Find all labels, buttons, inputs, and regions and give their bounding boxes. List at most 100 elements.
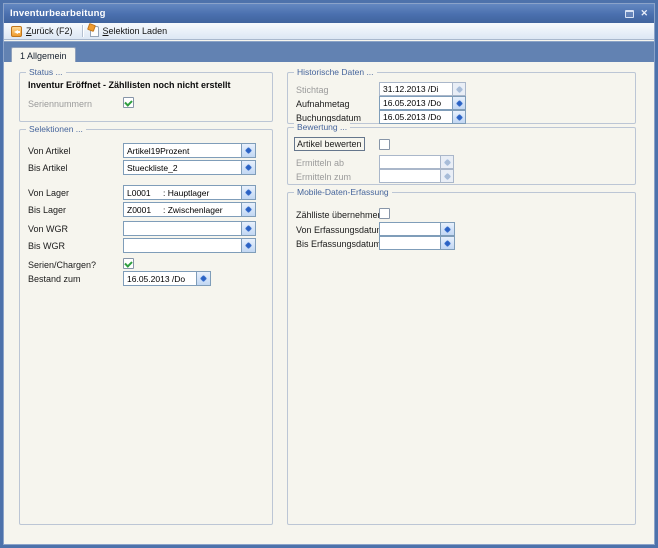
- group-selektionen: Selektionen ... Von Artikel Artikel19Pro…: [19, 129, 273, 525]
- ermitteln-ab-label: Ermitteln ab: [296, 158, 344, 168]
- bis-wgr-lookup-button[interactable]: [242, 238, 256, 253]
- group-status: Status ... Inventur Eröffnet - Zählliste…: [19, 72, 273, 122]
- bis-artikel-label: Bis Artikel: [28, 163, 68, 173]
- stichtag-label: Stichtag: [296, 85, 329, 95]
- bestand-zum-field: 16.05.2013 /Do: [123, 271, 211, 286]
- bis-wgr-input[interactable]: [123, 238, 242, 253]
- group-mobile-daten-erfassung-title: Mobile-Daten-Erfassung: [294, 187, 392, 197]
- ermitteln-zum-date-button: [441, 169, 454, 183]
- von-lager-field: L0001: Hauptlager: [123, 185, 256, 200]
- bestand-zum-input[interactable]: 16.05.2013 /Do: [123, 271, 197, 286]
- lookup-icon: [245, 225, 252, 232]
- bis-artikel-input[interactable]: Stueckliste_2: [123, 160, 242, 175]
- ermitteln-zum-label: Ermitteln zum: [296, 172, 351, 182]
- bestand-zum-label: Bestand zum: [28, 274, 81, 284]
- aufnahmetag-field: 16.05.2013 /Do: [379, 96, 466, 110]
- selektion-laden-label: Selektion Laden: [103, 26, 168, 36]
- bis-lager-input[interactable]: Z0001: Zwischenlager: [123, 202, 242, 217]
- von-lager-label: Von Lager: [28, 188, 69, 198]
- close-icon[interactable]: ✕: [640, 9, 648, 18]
- stichtag-date-button: [453, 82, 466, 96]
- window-title: Inventurbearbeitung: [10, 8, 106, 19]
- group-selektionen-title: Selektionen ...: [26, 124, 86, 134]
- von-wgr-field: [123, 221, 256, 236]
- bis-lager-field: Z0001: Zwischenlager: [123, 202, 256, 217]
- bis-erfassungsdatum-label: Bis Erfassungsdatum: [296, 239, 381, 249]
- toolbar: Zurück (F2) Selektion Laden: [4, 23, 654, 40]
- buchungsdatum-field: 16.05.2013 /Do: [379, 110, 466, 124]
- bis-artikel-field: Stueckliste_2: [123, 160, 256, 175]
- status-message: Inventur Eröffnet - Zähllisten noch nich…: [28, 80, 231, 90]
- lookup-icon: [245, 189, 252, 196]
- stichtag-field: 31.12.2013 /Di: [379, 82, 466, 96]
- group-mobile-daten-erfassung: Mobile-Daten-Erfassung Zählliste überneh…: [287, 192, 636, 525]
- ermitteln-ab-date-button: [441, 155, 454, 169]
- inventurbearbeitung-window: Inventurbearbeitung ✕ Zurück (F2) Selekt…: [0, 0, 658, 548]
- zaehlliste-uebernehmen-label: Zählliste übernehmen: [296, 210, 383, 220]
- artikel-bewerten-checkbox[interactable]: [379, 139, 390, 150]
- buchungsdatum-date-button[interactable]: [453, 110, 466, 124]
- ermitteln-ab-field: [379, 155, 454, 169]
- date-picker-icon: [200, 275, 207, 282]
- date-picker-icon: [444, 225, 451, 232]
- von-erfassungsdatum-input[interactable]: [379, 222, 441, 236]
- bestand-zum-date-button[interactable]: [197, 271, 211, 286]
- group-historische-daten: Historische Daten ... Stichtag 31.12.201…: [287, 72, 636, 124]
- lookup-icon: [245, 164, 252, 171]
- von-artikel-label: Von Artikel: [28, 146, 71, 156]
- back-button-label: Zurück (F2): [26, 26, 73, 36]
- buchungsdatum-input[interactable]: 16.05.2013 /Do: [379, 110, 453, 124]
- back-button[interactable]: Zurück (F2): [9, 25, 78, 38]
- titlebar: Inventurbearbeitung ✕: [4, 4, 654, 23]
- group-historische-daten-title: Historische Daten ...: [294, 67, 377, 77]
- bis-erfassungsdatum-input[interactable]: [379, 236, 441, 250]
- date-picker-icon: [443, 158, 450, 165]
- bis-erfassungsdatum-date-button[interactable]: [441, 236, 455, 250]
- group-bewertung: Bewertung ... Artikel bewerten Ermitteln…: [287, 127, 636, 185]
- date-picker-icon: [455, 85, 462, 92]
- von-artikel-input[interactable]: Artikel19Prozent: [123, 143, 242, 158]
- von-wgr-label: Von WGR: [28, 224, 68, 234]
- aufnahmetag-label: Aufnahmetag: [296, 99, 350, 109]
- bis-wgr-field: [123, 238, 256, 253]
- bis-lager-lookup-button[interactable]: [242, 202, 256, 217]
- tab-allgemein[interactable]: 1 Allgemein: [11, 47, 76, 63]
- aufnahmetag-date-button[interactable]: [453, 96, 466, 110]
- back-icon: [11, 26, 22, 37]
- zaehlliste-uebernehmen-checkbox[interactable]: [379, 208, 390, 219]
- stichtag-input: 31.12.2013 /Di: [379, 82, 453, 96]
- von-artikel-field: Artikel19Prozent: [123, 143, 256, 158]
- serien-chargen-label: Serien/Chargen?: [28, 260, 96, 270]
- selektion-laden-button[interactable]: Selektion Laden: [88, 25, 173, 38]
- ermitteln-zum-input: [379, 169, 441, 183]
- tab-strip: 1 Allgemein: [4, 41, 654, 63]
- group-status-title: Status ...: [26, 67, 66, 77]
- von-wgr-lookup-button[interactable]: [242, 221, 256, 236]
- lookup-icon: [245, 206, 252, 213]
- bis-lager-label: Bis Lager: [28, 205, 66, 215]
- seriennummern-label: Seriennummern: [28, 99, 92, 109]
- lookup-icon: [245, 242, 252, 249]
- bis-artikel-lookup-button[interactable]: [242, 160, 256, 175]
- date-picker-icon: [455, 99, 462, 106]
- bis-wgr-label: Bis WGR: [28, 241, 65, 251]
- artikel-bewerten-label: Artikel bewerten: [294, 137, 365, 151]
- lookup-icon: [245, 147, 252, 154]
- serien-chargen-checkbox[interactable]: [123, 258, 134, 269]
- tab-page-allgemein: Status ... Inventur Eröffnet - Zählliste…: [4, 62, 654, 544]
- von-erfassungsdatum-field: [379, 222, 455, 236]
- bis-erfassungsdatum-field: [379, 236, 455, 250]
- von-lager-lookup-button[interactable]: [242, 185, 256, 200]
- ermitteln-zum-field: [379, 169, 454, 183]
- date-picker-icon: [455, 113, 462, 120]
- window-controls: ✕: [625, 9, 648, 18]
- seriennummern-checkbox[interactable]: [123, 97, 134, 108]
- aufnahmetag-input[interactable]: 16.05.2013 /Do: [379, 96, 453, 110]
- von-wgr-input[interactable]: [123, 221, 242, 236]
- von-lager-input[interactable]: L0001: Hauptlager: [123, 185, 242, 200]
- von-artikel-lookup-button[interactable]: [242, 143, 256, 158]
- restore-icon[interactable]: [625, 10, 634, 18]
- von-erfassungsdatum-date-button[interactable]: [441, 222, 455, 236]
- ermitteln-ab-input: [379, 155, 441, 169]
- von-erfassungsdatum-label: Von Erfassungsdatum: [296, 225, 384, 235]
